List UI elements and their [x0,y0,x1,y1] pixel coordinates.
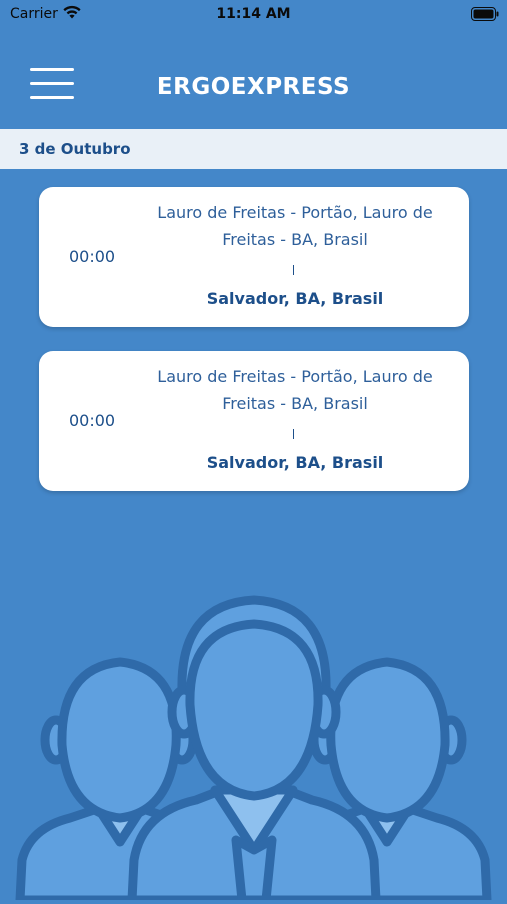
trip-destination: Salvador, BA, Brasil [206,289,384,308]
app-header: ERGOEXPRESS [0,28,507,128]
trip-destination: Salvador, BA, Brasil [206,453,384,472]
route-divider [293,429,294,439]
people-group-illustration [0,590,507,904]
people-group-icon [15,595,492,904]
date-section-header: 3 de Outubro [0,129,507,169]
battery-icon [471,7,499,25]
trip-card[interactable]: 00:00 Lauro de Freitas - Portão, Lauro d… [39,187,469,327]
trip-time: 00:00 [69,411,116,430]
date-label: 3 de Outubro [19,140,131,158]
status-bar: Carrier 11:14 AM [0,0,507,28]
route-divider [293,265,294,275]
trip-time: 00:00 [69,247,116,266]
app-title: ERGOEXPRESS [156,74,351,100]
status-time: 11:14 AM [216,6,291,22]
trip-origin: Lauro de Freitas - Portão, Lauro de Frei… [157,203,433,249]
trip-card[interactable]: 00:00 Lauro de Freitas - Portão, Lauro d… [39,351,469,491]
trip-origin: Lauro de Freitas - Portão, Lauro de Frei… [157,367,433,413]
